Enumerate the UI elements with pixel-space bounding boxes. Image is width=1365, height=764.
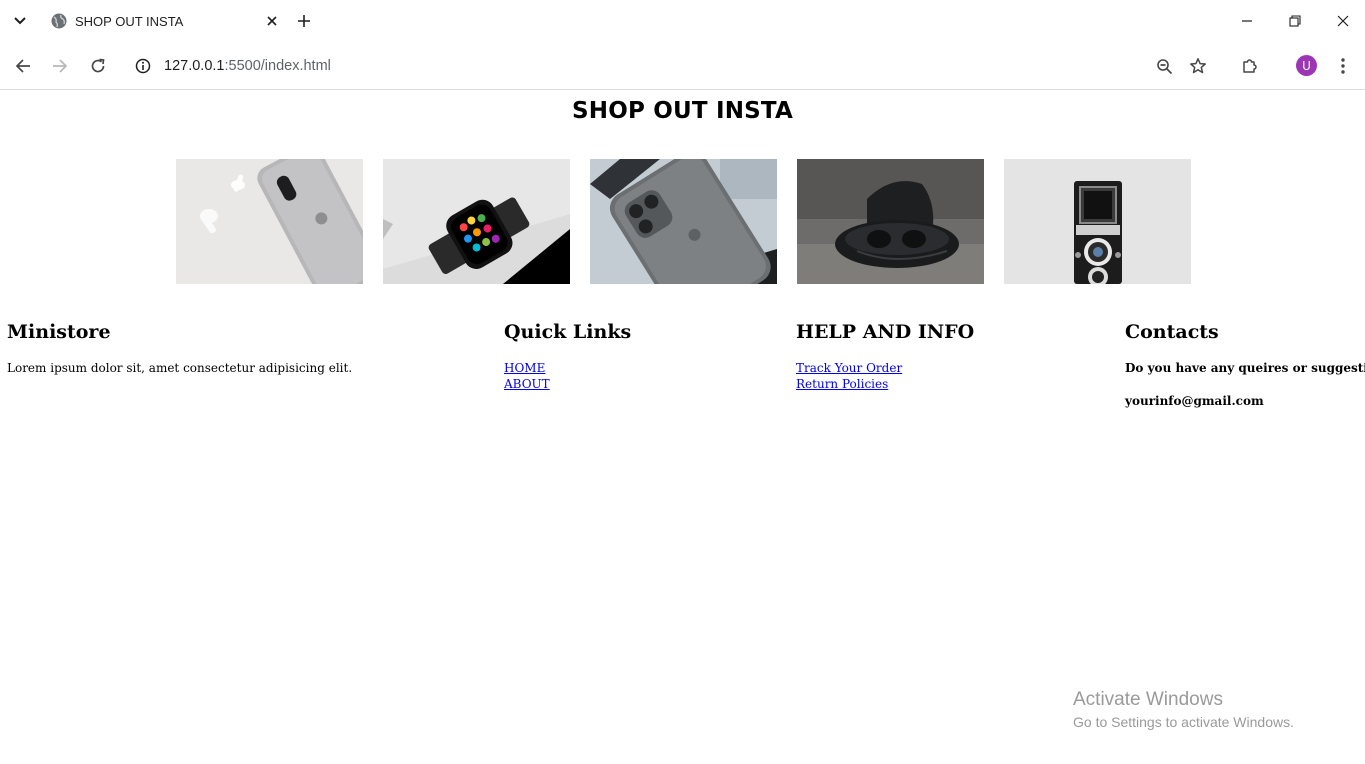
restore-icon[interactable] (1281, 8, 1309, 34)
tab-close-icon[interactable] (262, 11, 282, 31)
minimize-icon[interactable] (1233, 8, 1261, 34)
activate-windows-subtitle: Go to Settings to activate Windows. (1073, 714, 1294, 730)
back-arrow-icon[interactable] (11, 54, 35, 78)
activate-windows-watermark: Activate Windows Go to Settings to activ… (1073, 689, 1294, 730)
web-page: SHOP OUT INSTA Ministore Lorem ipsum dol… (0, 91, 1365, 764)
earbuds-case-photo (797, 159, 984, 284)
contacts-heading: Contacts (1125, 321, 1219, 343)
tab-title: SHOP OUT INSTA (75, 13, 184, 29)
smartwatch-photo (383, 159, 570, 284)
footer-help-info: HELP AND INFO Track Your Order Return Po… (796, 321, 974, 392)
new-tab-plus-icon[interactable] (293, 10, 315, 32)
product-gallery (176, 159, 1191, 284)
return-policies-link[interactable]: Return Policies (796, 376, 974, 392)
activate-windows-title: Activate Windows (1073, 689, 1223, 710)
address-bar[interactable]: 127.0.0.1:5500/index.html (124, 47, 1134, 85)
footer-quick-links: Quick Links HOME ABOUT (504, 321, 631, 392)
browser-tab[interactable]: SHOP OUT INSTA (40, 4, 288, 38)
close-window-icon[interactable] (1329, 8, 1357, 34)
browser-toolbar: 127.0.0.1:5500/index.html (0, 42, 1365, 90)
forward-arrow-icon[interactable] (48, 54, 72, 78)
tab-search-chevron-down-icon[interactable] (8, 10, 32, 32)
profile-avatar[interactable]: U (1296, 55, 1317, 76)
globe-icon (51, 13, 67, 29)
zoom-icon[interactable] (1152, 54, 1176, 78)
ministore-heading: Ministore (7, 321, 111, 343)
more-menu-icon[interactable] (1331, 54, 1355, 78)
ministore-description: Lorem ipsum dolor sit, amet consectetur … (7, 361, 353, 375)
help-info-heading: HELP AND INFO (796, 321, 975, 343)
footer-ministore: Ministore Lorem ipsum dolor sit, amet co… (7, 321, 352, 376)
track-order-link[interactable]: Track Your Order (796, 360, 974, 376)
browser-tab-bar: SHOP OUT INSTA (0, 0, 1365, 42)
extensions-puzzle-icon[interactable] (1238, 54, 1262, 78)
url-text[interactable]: 127.0.0.1:5500/index.html (164, 58, 331, 74)
url-host: 127.0.0.1 (164, 58, 225, 74)
site-info-icon[interactable] (124, 47, 162, 85)
vintage-camera-photo (1004, 159, 1191, 284)
home-link[interactable]: HOME (504, 360, 631, 376)
reload-icon[interactable] (86, 54, 110, 78)
url-path: :5500/index.html (224, 58, 331, 74)
contact-email: yourinfo@gmail.com (1125, 394, 1264, 408)
airpods-and-iphone-photo (176, 159, 363, 284)
footer-contacts: Contacts Do you have any queires or sugg… (1125, 321, 1365, 426)
quick-links-heading: Quick Links (504, 321, 632, 343)
iphone-pro-photo (590, 159, 777, 284)
contact-question: Do you have any queires or suggestions (1125, 361, 1365, 375)
bookmark-star-icon[interactable] (1186, 54, 1210, 78)
about-link[interactable]: ABOUT (504, 376, 631, 392)
page-title: SHOP OUT INSTA (571, 98, 794, 124)
